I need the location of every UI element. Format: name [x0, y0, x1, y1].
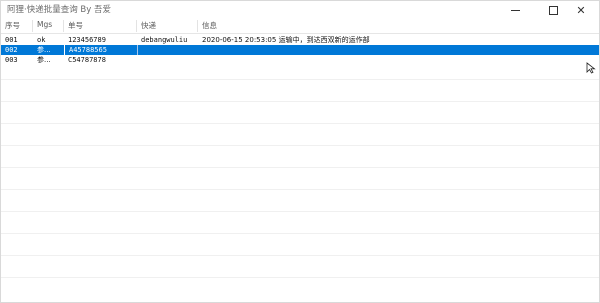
row-gridline	[1, 123, 599, 124]
cell-info: 2020-06-15 20:53:05 运输中，到达西双新的运作部	[202, 36, 370, 44]
list-header: 序号 Mgs 单号 快递 信息	[1, 19, 599, 34]
column-header-info[interactable]: 信息	[198, 20, 599, 32]
title-bar[interactable]: 阿狸·快递批量查询 By 吾爱 ✕	[1, 1, 599, 19]
column-header-courier[interactable]: 快递	[137, 20, 198, 32]
cell-mgs: 参...	[37, 46, 51, 54]
close-icon: ✕	[576, 3, 586, 17]
cell-courier	[137, 55, 198, 65]
maximize-icon	[548, 5, 558, 15]
cell-no: 002	[5, 46, 18, 54]
minimize-button[interactable]	[496, 1, 534, 19]
close-button[interactable]: ✕	[562, 1, 600, 19]
window-title: 阿狸·快递批量查询 By 吾爱	[7, 5, 111, 15]
cell-tracking: 123456789	[68, 36, 106, 44]
row-gridline	[1, 167, 599, 168]
app-window: 阿狸·快递批量查询 By 吾爱 ✕ 序号 Mgs 单号 快递 信息 001 ok…	[0, 0, 600, 303]
table-row-selected[interactable]: 002 参... A45788565	[1, 45, 599, 55]
cell-info	[198, 45, 599, 55]
row-gridline	[1, 79, 599, 80]
results-list[interactable]: 序号 Mgs 单号 快递 信息 001 ok 123456789 debangw…	[1, 19, 599, 302]
cell-mgs: 参...	[37, 56, 51, 64]
cell-no: 001	[5, 36, 18, 44]
row-gridline	[1, 145, 599, 146]
row-gridline	[1, 277, 599, 278]
cell-courier: debangwuliu	[141, 36, 188, 44]
minimize-icon	[510, 9, 520, 11]
table-row[interactable]: 003 参... C54787878	[1, 55, 599, 65]
column-header-no[interactable]: 序号	[1, 20, 33, 32]
cell-tracking: C54787878	[68, 56, 106, 64]
cell-courier	[137, 45, 198, 55]
cell-info	[198, 55, 599, 65]
table-row[interactable]: 001 ok 123456789 debangwuliu 2020-06-15 …	[1, 35, 599, 45]
row-gridline	[1, 189, 599, 190]
cell-mgs: ok	[37, 36, 46, 44]
cell-tracking: A45788565	[64, 45, 137, 55]
row-gridline	[1, 255, 599, 256]
cell-no: 003	[5, 56, 18, 64]
mouse-cursor-icon	[586, 62, 596, 74]
column-header-mgs[interactable]: Mgs	[33, 20, 64, 32]
row-gridline	[1, 101, 599, 102]
column-header-tracking[interactable]: 单号	[64, 20, 137, 32]
row-gridline	[1, 233, 599, 234]
row-gridline	[1, 211, 599, 212]
